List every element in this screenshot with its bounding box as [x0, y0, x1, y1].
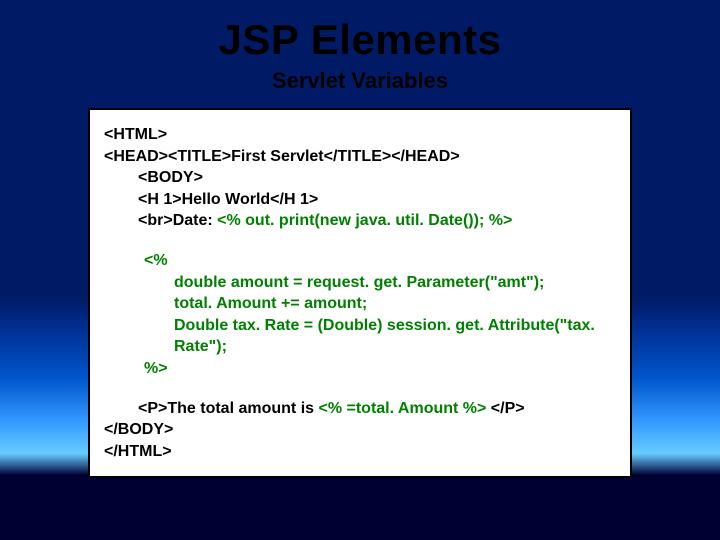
- code-text: </P>: [486, 400, 524, 417]
- code-line: total. Amount += amount;: [104, 293, 616, 315]
- code-line: %>: [104, 358, 616, 380]
- code-line: double amount = request. get. Parameter(…: [104, 272, 616, 294]
- code-text: <P>The total amount is: [138, 400, 318, 417]
- code-line: <%: [104, 250, 616, 272]
- code-jsp-expr: <% =total. Amount %>: [318, 400, 486, 417]
- code-line: <BODY>: [104, 167, 616, 189]
- code-line: Double tax. Rate = (Double) session. get…: [104, 315, 616, 358]
- code-line: <HTML>: [104, 124, 616, 146]
- code-line: <br>Date: <% out. print(new java. util. …: [104, 210, 616, 232]
- code-text: <br>Date:: [138, 212, 217, 229]
- code-line: <HEAD><TITLE>First Servlet</TITLE></HEAD…: [104, 146, 616, 168]
- code-line: </HTML>: [104, 441, 616, 463]
- code-jsp-expr: <% out. print(new java. util. Date()); %…: [217, 212, 512, 229]
- slide-title: JSP Elements: [0, 0, 720, 64]
- code-line: </BODY>: [104, 419, 616, 441]
- code-box: <HTML> <HEAD><TITLE>First Servlet</TITLE…: [88, 108, 632, 478]
- code-line: <P>The total amount is <% =total. Amount…: [104, 398, 616, 420]
- code-line: <H 1>Hello World</H 1>: [104, 189, 616, 211]
- slide-subtitle: Servlet Variables: [0, 68, 720, 94]
